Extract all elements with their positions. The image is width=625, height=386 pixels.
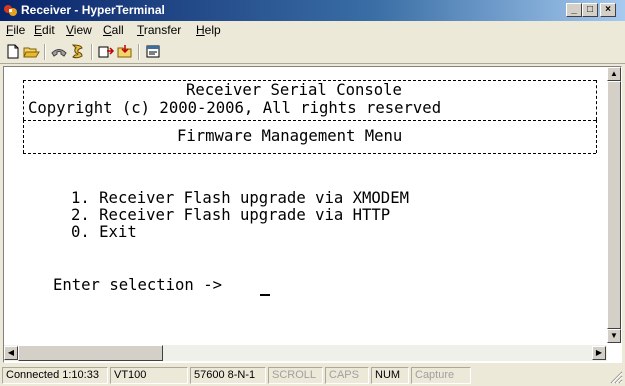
minimize-button[interactable]: _ [566,3,582,17]
status-emulation: VT100 [110,367,188,384]
terminal-screen[interactable]: Receiver Serial Console Copyright (c) 20… [15,69,607,342]
menu-box-left-border [23,120,24,153]
status-capture: Capture [411,367,471,384]
status-port-settings: 57600 8-N-1 [190,367,266,384]
maximize-button[interactable]: □ [582,3,598,17]
menu-edit[interactable]: Edit [34,23,55,37]
status-scroll: SCROLL [268,367,323,384]
copyright-line: Copyright (c) 2000-2006, All rights rese… [28,99,442,117]
selection-prompt: Enter selection -> [53,276,232,294]
terminal-frame: Receiver Serial Console Copyright (c) 20… [3,66,622,363]
menu-view[interactable]: View [66,23,92,37]
toolbar-separator [44,44,46,60]
menu-file-label: ile [13,23,26,37]
status-bar: Connected 1:10:33 VT100 57600 8-N-1 SCRO… [0,364,625,386]
menu-option-xmodem: 1. Receiver Flash upgrade via XMODEM [71,189,409,207]
box-right-border [596,80,597,120]
toolbar [0,40,625,64]
hyperterminal-app-icon[interactable] [3,3,18,18]
send-icon[interactable] [97,43,115,60]
menu-help[interactable]: Help [196,23,221,37]
menu-call-accel: C [103,23,112,37]
menu-call-label: all [111,23,124,37]
properties-icon[interactable] [144,43,162,60]
vertical-scrollbar[interactable]: ▲ ▼ [607,67,621,343]
menu-box-bottom-border [23,153,596,154]
menu-edit-accel: E [34,23,43,37]
open-icon[interactable] [22,43,40,60]
text-cursor [260,294,270,296]
close-button[interactable]: × [600,3,616,17]
menu-option-http: 2. Receiver Flash upgrade via HTTP [71,206,391,224]
disconnect-phone-icon[interactable] [50,43,68,60]
receive-icon[interactable] [116,43,134,60]
menu-edit-label: dit [42,23,55,37]
menu-bar: File Edit View Call Transfer Help [0,21,625,40]
hyperterminal-window: Receiver - HyperTerminal _ □ × File Edit… [0,0,625,386]
horizontal-scrollbar[interactable]: ◀ ▶ [4,345,607,361]
menu-view-label: iew [73,23,92,37]
status-connected: Connected 1:10:33 [2,367,108,384]
dial-icon[interactable] [69,43,87,60]
horizontal-scroll-thumb[interactable] [18,345,163,361]
menu-help-accel: H [196,23,205,37]
new-icon[interactable] [4,43,22,60]
scroll-left-icon[interactable]: ◀ [4,346,18,360]
scroll-right-icon[interactable]: ▶ [592,346,606,360]
menu-help-label: elp [204,23,221,37]
menu-transfer-accel: T [137,23,144,37]
menu-box-right-border [596,120,597,153]
menu-transfer[interactable]: Transfer [137,23,181,37]
scroll-up-icon[interactable]: ▲ [607,67,621,81]
console-title: Receiver Serial Console [186,81,402,99]
vertical-scroll-thumb[interactable] [607,81,621,329]
menu-file[interactable]: File [6,23,25,37]
resize-grip-icon[interactable] [609,370,623,384]
toolbar-separator [138,44,140,60]
title-bar[interactable]: Receiver - HyperTerminal _ □ × [0,0,625,21]
window-title: Receiver - HyperTerminal [21,3,165,17]
scroll-down-icon[interactable]: ▼ [607,329,621,343]
toolbar-separator [91,44,93,60]
status-num: NUM [371,367,409,384]
box-divider [23,120,596,121]
menu-transfer-label: ransfer [143,23,182,37]
box-left-border [23,80,24,120]
menu-call[interactable]: Call [103,23,124,37]
menu-option-exit: 0. Exit [71,223,137,241]
menu-title: Firmware Management Menu [177,127,403,145]
menu-view-accel: V [66,23,74,37]
status-caps: CAPS [325,367,369,384]
